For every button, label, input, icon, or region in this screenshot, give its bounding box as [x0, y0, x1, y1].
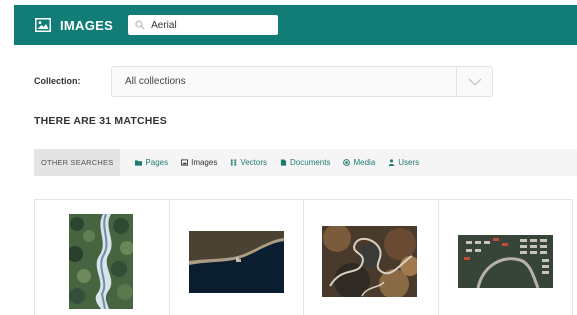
top-bar: IMAGES: [14, 5, 577, 45]
play-circle-icon: [343, 159, 351, 166]
image-thumbnail-river-forest[interactable]: [69, 214, 133, 309]
link-users-label: Users: [398, 158, 420, 167]
image-result-card[interactable]: [170, 200, 304, 315]
link-pages-label: Pages: [145, 158, 169, 167]
user-icon: [388, 159, 395, 166]
image-icon: [181, 159, 189, 166]
link-pages[interactable]: Pages: [135, 158, 168, 167]
image-result-card[interactable]: [35, 200, 170, 315]
image-result-card[interactable]: [304, 200, 439, 315]
search-input[interactable]: [151, 19, 272, 31]
collection-label: Collection:: [34, 76, 81, 86]
dropdown-toggle[interactable]: [456, 67, 492, 96]
document-icon: [280, 159, 287, 166]
other-searches-label: OTHER SEARCHES: [34, 149, 121, 176]
folder-icon: [135, 160, 143, 166]
link-documents[interactable]: Documents: [280, 158, 330, 167]
search-icon: [135, 20, 145, 30]
image-thumbnail-coastline[interactable]: [188, 231, 284, 293]
chevron-down-icon: [468, 78, 481, 86]
link-users[interactable]: Users: [388, 158, 419, 167]
link-images-label: Images: [191, 158, 218, 167]
other-searches-bar: OTHER SEARCHES Pages Images Vectors Docu…: [34, 149, 577, 176]
image-icon: [35, 18, 51, 32]
link-media-label: Media: [353, 158, 376, 167]
link-documents-label: Documents: [290, 158, 331, 167]
collection-dropdown[interactable]: All collections: [111, 66, 493, 97]
search-box[interactable]: [128, 15, 279, 35]
image-result-card[interactable]: [439, 200, 573, 315]
image-results-grid: [34, 199, 573, 315]
grid-dots-icon: [231, 159, 237, 166]
page-title: IMAGES: [60, 17, 114, 33]
image-thumbnail-neighborhood[interactable]: [457, 235, 553, 288]
results-count-heading: THERE ARE 31 MATCHES: [34, 115, 167, 127]
link-vectors-label: Vectors: [240, 158, 268, 167]
image-thumbnail-winding-road[interactable]: [322, 226, 417, 297]
link-images[interactable]: Images: [181, 158, 217, 167]
link-media[interactable]: Media: [343, 158, 375, 167]
link-vectors[interactable]: Vectors: [230, 158, 267, 167]
collection-selected-value: All collections: [125, 76, 186, 87]
other-searches-links: Pages Images Vectors Documents Media Use…: [135, 158, 432, 167]
